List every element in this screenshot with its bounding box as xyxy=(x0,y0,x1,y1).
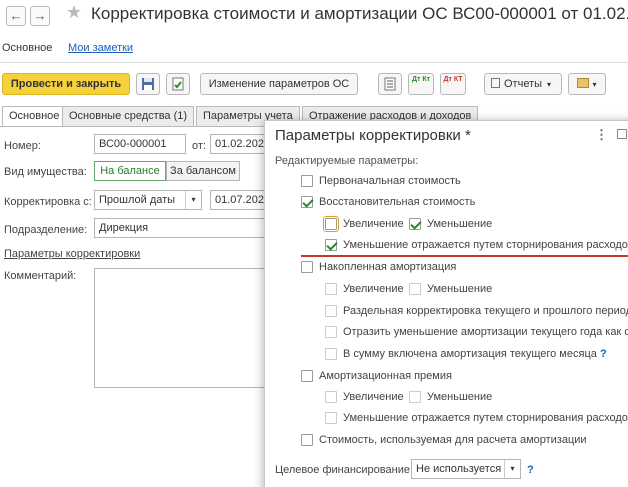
back-arrow-icon: ← xyxy=(9,8,23,23)
bonus-storno-checkbox[interactable] xyxy=(325,412,337,424)
restore-cost-label: Восстановительная стоимость xyxy=(319,196,476,208)
section-main[interactable]: Основное xyxy=(2,36,52,60)
reflect-decrease-checkbox[interactable] xyxy=(325,326,337,338)
date-input[interactable]: 01.02.2024 xyxy=(210,134,270,154)
correction-date-input[interactable]: 01.07.2023 xyxy=(210,190,270,210)
reports-icon xyxy=(491,78,500,88)
target-fin-label: Целевое финансирование: xyxy=(275,464,414,476)
cost-for-calc-checkbox[interactable] xyxy=(301,434,313,446)
accum-amort-label: Накопленная амортизация xyxy=(319,261,457,273)
number-label: Номер: xyxy=(4,140,41,152)
bonus-storno-label: Уменьшение отражается путем сторнировани… xyxy=(343,412,628,424)
amort-bonus-label: Амортизационная премия xyxy=(319,370,452,382)
division-label: Подразделение: xyxy=(4,224,88,236)
correction-params-dialog: Параметры корректировки * ⋮ Редактируемы… xyxy=(264,120,628,487)
target-fin-select[interactable]: Не используется ▾ xyxy=(411,459,521,479)
dt-kt-icon: Дт Кт xyxy=(411,76,431,83)
correction-from-label: Корректировка с: xyxy=(4,196,92,208)
amort-decrease-checkbox[interactable] xyxy=(409,283,421,295)
chevron-down-icon: ▾ xyxy=(504,460,520,478)
bonus-increase-label: Увеличение xyxy=(343,391,404,403)
amort-bonus-checkbox[interactable] xyxy=(301,370,313,382)
help-icon[interactable]: ? xyxy=(600,348,607,360)
on-balance-toggle[interactable]: На балансе xyxy=(94,161,166,181)
change-asset-params-button[interactable]: Изменение параметров ОС xyxy=(200,73,358,95)
section-notes-link[interactable]: Мои заметки xyxy=(68,36,133,60)
print-dropdown[interactable]: ▾ xyxy=(568,73,606,95)
post-document-button[interactable] xyxy=(166,73,190,95)
tab-fixed-assets[interactable]: Основные средства (1) xyxy=(62,106,195,126)
highlight-underline xyxy=(301,255,628,257)
separate-corr-checkbox[interactable] xyxy=(325,305,337,317)
dt-kt-movements-button[interactable]: Дт КТ xyxy=(440,73,466,95)
window-title: Корректировка стоимости и амортизации ОС… xyxy=(91,4,628,23)
off-balance-toggle[interactable]: За балансом xyxy=(166,161,240,181)
number-input[interactable]: ВС00-000001 xyxy=(94,134,186,154)
amort-decrease-label: Уменьшение xyxy=(427,283,493,295)
bonus-decrease-label: Уменьшение xyxy=(427,391,493,403)
bonus-decrease-checkbox[interactable] xyxy=(409,391,421,403)
favorite-star-icon[interactable]: ★ xyxy=(66,2,82,23)
restore-decrease-checkbox[interactable] xyxy=(409,218,421,230)
reports-dropdown[interactable]: Отчеты ▾ xyxy=(484,73,562,95)
post-and-close-button[interactable]: Провести и закрыть xyxy=(2,73,130,95)
forward-arrow-icon: → xyxy=(33,8,47,23)
restore-increase-label: Увеличение xyxy=(343,218,404,230)
dialog-title: Параметры корректировки * xyxy=(275,127,471,144)
correction-from-select[interactable]: Прошлой даты ▾ xyxy=(94,190,202,210)
dt-kt-postings-button[interactable]: Дт Кт xyxy=(408,73,434,95)
save-icon xyxy=(142,78,154,90)
reports-label: Отчеты xyxy=(504,78,543,90)
separate-corr-label: Раздельная корректировка текущего и прош… xyxy=(343,305,628,317)
reflect-decrease-label: Отразить уменьшение амортизации текущего… xyxy=(343,326,628,338)
division-input[interactable]: Дирекция xyxy=(94,218,270,238)
initial-cost-checkbox[interactable] xyxy=(301,175,313,187)
document-list-icon xyxy=(384,77,396,91)
list-button[interactable] xyxy=(378,73,402,95)
post-document-icon xyxy=(172,77,184,91)
divider xyxy=(0,62,628,63)
date-label: от: xyxy=(192,140,206,152)
back-button[interactable]: ← xyxy=(6,6,26,26)
comment-textarea[interactable] xyxy=(94,268,270,388)
include-month-label: В сумму включена амортизация текущего ме… xyxy=(343,348,607,360)
restore-cost-checkbox[interactable] xyxy=(301,196,313,208)
dt-kt-red-icon: Дт КТ xyxy=(443,76,463,83)
chevron-down-icon: ▾ xyxy=(547,80,552,89)
tab-main[interactable]: Основное xyxy=(2,106,67,127)
restore-decrease-label: Уменьшение xyxy=(427,218,493,230)
asset-type-label: Вид имущества: xyxy=(4,166,87,178)
include-month-text: В сумму включена амортизация текущего ме… xyxy=(343,348,597,360)
amort-increase-label: Увеличение xyxy=(343,283,404,295)
forward-button[interactable]: → xyxy=(30,6,50,26)
restore-storno-checkbox[interactable] xyxy=(325,239,337,251)
more-menu-icon[interactable]: ⋮ xyxy=(595,127,608,143)
chevron-down-icon: ▾ xyxy=(592,80,597,89)
editable-params-label: Редактируемые параметры: xyxy=(275,155,419,167)
restore-increase-checkbox[interactable] xyxy=(323,216,339,232)
save-button[interactable] xyxy=(136,73,160,95)
maximize-icon[interactable] xyxy=(617,129,627,139)
print-icon xyxy=(577,78,590,88)
correction-from-value: Прошлой даты xyxy=(99,194,176,206)
target-fin-value: Не используется xyxy=(416,463,502,475)
cost-for-calc-label: Стоимость, используемая для расчета амор… xyxy=(319,434,587,446)
amort-increase-checkbox[interactable] xyxy=(325,283,337,295)
chevron-down-icon: ▾ xyxy=(185,191,201,209)
restore-storno-label: Уменьшение отражается путем сторнировани… xyxy=(343,239,628,251)
bonus-increase-checkbox[interactable] xyxy=(325,391,337,403)
target-fin-help-icon[interactable]: ? xyxy=(527,464,534,476)
accum-amort-checkbox[interactable] xyxy=(301,261,313,273)
correction-params-link[interactable]: Параметры корректировки xyxy=(4,248,140,260)
main-window: ← → ★ Корректировка стоимости и амортиза… xyxy=(0,0,628,487)
include-month-checkbox[interactable] xyxy=(325,348,337,360)
initial-cost-label: Первоначальная стоимость xyxy=(319,175,461,187)
comment-label: Комментарий: xyxy=(4,270,77,282)
